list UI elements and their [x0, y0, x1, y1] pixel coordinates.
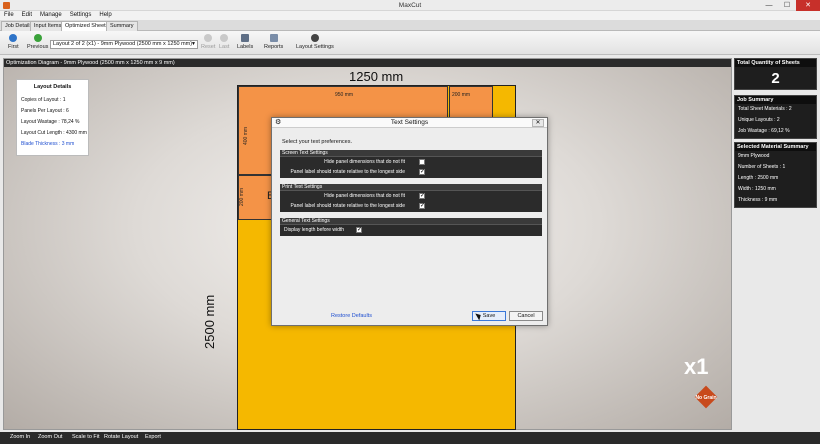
reset-button[interactable]: Reset — [201, 34, 215, 50]
layout-cut-length: Layout Cut Length : 4300 mm — [21, 130, 87, 136]
first-icon — [9, 34, 18, 42]
main-tabs: Job Details Input Items Optimized Sheets… — [0, 20, 820, 31]
total-sheet-materials: Total Sheet Materials : 2 — [738, 106, 792, 112]
dialog-prompt: Select your text preferences. — [282, 139, 353, 145]
restore-defaults-link[interactable]: Restore Defaults — [331, 313, 372, 319]
copies-of-layout: Copies of Layout : 1 — [21, 97, 66, 103]
cancel-button[interactable]: Cancel — [509, 311, 543, 321]
sheet-width-label: 1250 mm — [349, 69, 404, 84]
length-before-width-option: Display length before width ✓ — [284, 227, 363, 233]
dialog-close-button[interactable]: ✕ — [532, 119, 544, 127]
previous-button[interactable]: Previous — [27, 34, 48, 50]
panels-per-layout: Panels Per Layout : 6 — [21, 108, 69, 114]
screen-hide-dimensions-checkbox[interactable] — [419, 159, 425, 165]
total-sheets-box: Total Quantity of Sheets 2 — [734, 58, 817, 90]
close-window-button[interactable]: ✕ — [796, 0, 820, 11]
menu-settings[interactable]: Settings — [66, 11, 96, 20]
dialog-title: Text Settings — [390, 119, 429, 126]
material-width: Width : 1250 mm — [738, 186, 776, 192]
previous-icon — [33, 34, 42, 42]
print-rotate-label-checkbox[interactable]: ✓ — [419, 203, 425, 209]
maximize-button[interactable]: ☐ — [778, 0, 796, 11]
number-of-sheets: Number of Sheets : 1 — [738, 164, 786, 170]
export-button[interactable]: Export — [145, 434, 161, 440]
length-before-width-checkbox[interactable]: ✓ — [356, 227, 362, 233]
print-hide-dimensions-checkbox[interactable]: ✓ — [419, 193, 425, 199]
labels-icon — [241, 34, 250, 42]
zoom-in-button[interactable]: Zoom In — [10, 434, 30, 440]
gear-icon: ⚙ — [275, 119, 282, 126]
layout-settings-button[interactable]: Layout Settings — [296, 34, 334, 50]
screen-hide-dimensions-option: Hide panel dimensions that do not fit — [280, 157, 542, 167]
menu-bar: File Edit Manage Settings Help — [0, 11, 820, 20]
blade-thickness: Blade Thickness : 3 mm — [21, 141, 75, 147]
screen-text-settings-title: Screen Text Settings — [280, 150, 542, 157]
material-name: 9mm Plywood — [738, 153, 770, 159]
print-rotate-label-option: Panel label should rotate relative to th… — [290, 203, 426, 209]
diagram-header: Optimization Diagram - 9mm Plywood (2500… — [4, 59, 731, 67]
total-sheets-title: Total Quantity of Sheets — [735, 59, 816, 67]
layout-details-title: Layout Details — [33, 84, 72, 90]
unique-layouts: Unique Layouts : 2 — [738, 117, 780, 123]
rotate-layout-button[interactable]: Rotate Layout — [104, 434, 138, 440]
layout-wastage: Layout Wastage : 78,24 % — [21, 119, 80, 125]
layout-copies-count: x1 — [684, 354, 709, 379]
job-summary-box: Job Summary Total Sheet Materials : 2 Un… — [734, 95, 817, 139]
summary-sidebar: Total Quantity of Sheets 2 Job Summary T… — [734, 58, 817, 433]
layout-details-panel: Layout Details Copies of Layout : 1 Pane… — [16, 79, 89, 156]
scale-to-fit-button[interactable]: Scale to Fit — [72, 434, 100, 440]
print-text-settings-group: Print Text Settings Hide panel dimension… — [280, 184, 542, 212]
material-length: Length : 2500 mm — [738, 175, 779, 181]
window-title: MaxCut — [398, 2, 422, 9]
screen-rotate-label-checkbox[interactable]: ✓ — [419, 169, 425, 175]
zoom-out-button[interactable]: Zoom Out — [38, 434, 62, 440]
tab-input-items[interactable]: Input Items — [30, 21, 66, 31]
general-text-settings-title: General Text Settings — [280, 218, 542, 225]
screen-rotate-label-option: Panel label should rotate relative to th… — [290, 169, 426, 175]
first-button[interactable]: First — [8, 34, 19, 50]
job-summary-title: Job Summary — [735, 96, 816, 104]
dialog-title-bar: ⚙ Text Settings ✕ — [272, 118, 547, 128]
sheet-length-label: 2500 mm — [202, 294, 217, 349]
gear-icon — [310, 34, 319, 42]
material-summary-box: Selected Material Summary 9mm Plywood Nu… — [734, 142, 817, 208]
reports-button[interactable]: Reports — [264, 34, 283, 50]
text-settings-dialog: ⚙ Text Settings ✕ Select your text prefe… — [271, 117, 548, 326]
menu-manage[interactable]: Manage — [36, 11, 66, 20]
chevron-down-icon: ▼ — [191, 41, 196, 47]
print-text-settings-title: Print Text Settings — [280, 184, 542, 191]
no-grain-badge: No Grain — [690, 385, 722, 411]
last-button[interactable]: Last — [219, 34, 229, 50]
last-icon — [220, 34, 229, 42]
material-thickness: Thickness : 9 mm — [738, 197, 778, 203]
print-hide-dimensions-option: Hide panel dimensions that do not fit ✓ — [324, 193, 426, 199]
title-bar: MaxCut — ☐ ✕ — [0, 0, 820, 11]
minimize-button[interactable]: — — [760, 0, 778, 11]
labels-button[interactable]: Labels — [237, 34, 253, 50]
tab-optimized-sheets[interactable]: Optimized Sheets — [61, 21, 113, 31]
menu-file[interactable]: File — [0, 11, 18, 20]
total-sheets-value: 2 — [771, 70, 780, 87]
reports-icon — [269, 34, 278, 42]
bottom-toolbar: Zoom In Zoom Out Scale to Fit Rotate Lay… — [0, 432, 820, 444]
toolbar: First Previous Layout 2 of 2 (x1) - 9mm … — [0, 31, 820, 55]
menu-help[interactable]: Help — [95, 11, 115, 20]
general-text-settings-group: General Text Settings Display length bef… — [280, 218, 542, 236]
tab-summary[interactable]: Summary — [106, 21, 138, 31]
screen-text-settings-group: Screen Text Settings Hide panel dimensio… — [280, 150, 542, 178]
reset-icon — [204, 34, 213, 42]
layout-select[interactable]: Layout 2 of 2 (x1) - 9mm Plywood (2500 m… — [50, 40, 198, 49]
job-wastage: Job Wastage : 69,12 % — [738, 128, 790, 134]
menu-edit[interactable]: Edit — [18, 11, 36, 20]
material-summary-title: Selected Material Summary — [735, 143, 816, 151]
